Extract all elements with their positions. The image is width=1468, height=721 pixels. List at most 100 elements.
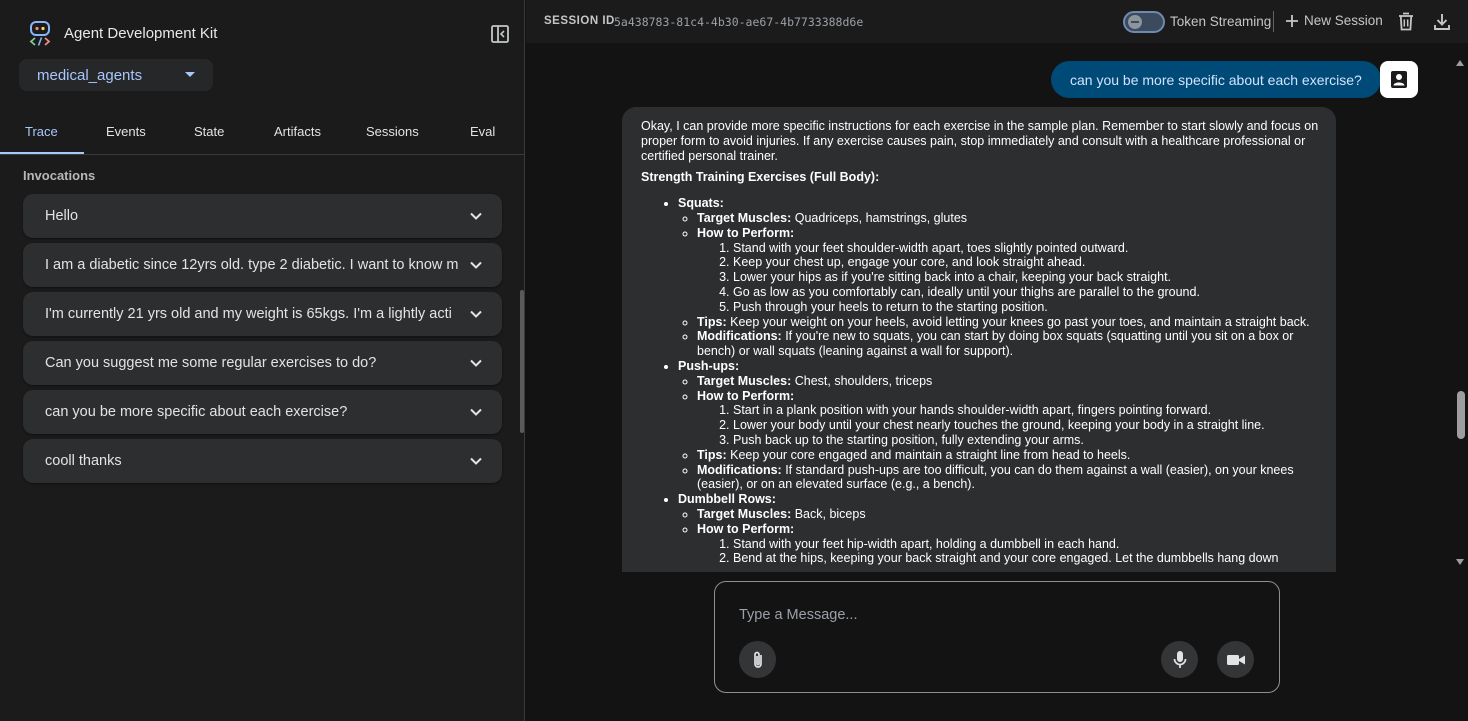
app-selector[interactable]: medical_agents bbox=[19, 59, 213, 91]
invocation-item[interactable]: I'm currently 21 yrs old and my weight i… bbox=[23, 292, 502, 336]
chevron-down-icon bbox=[470, 212, 482, 220]
sidebar-scrollbar[interactable] bbox=[520, 290, 524, 433]
step: Push through your heels to return to the… bbox=[733, 300, 1320, 315]
message-composer bbox=[714, 581, 1280, 693]
invocation-text: Hello bbox=[45, 208, 79, 224]
message-input[interactable] bbox=[739, 604, 1239, 626]
new-session-label: New Session bbox=[1304, 13, 1383, 28]
person-icon bbox=[1391, 71, 1407, 88]
scroll-down-arrow-icon[interactable] bbox=[1456, 559, 1464, 565]
steps-list: Start in a plank position with your hand… bbox=[697, 403, 1320, 447]
tab-trace[interactable]: Trace bbox=[25, 124, 58, 139]
exercise-name: Push-ups: bbox=[678, 358, 740, 373]
invocation-item[interactable]: Can you suggest me some regular exercise… bbox=[23, 341, 502, 385]
invocation-item[interactable]: I am a diabetic since 12yrs old. type 2 … bbox=[23, 243, 502, 287]
detail-target: Target Muscles: Back, biceps bbox=[697, 507, 1320, 522]
detail-label: Modifications: bbox=[697, 462, 782, 477]
detail-label: How to Perform: bbox=[697, 225, 795, 240]
detail-label: Target Muscles: bbox=[697, 373, 792, 388]
invocation-item[interactable]: cooll thanks bbox=[23, 439, 502, 483]
app-selector-value: medical_agents bbox=[37, 66, 143, 84]
tab-events[interactable]: Events bbox=[106, 124, 146, 139]
step: Keep your chest up, engage your core, an… bbox=[733, 255, 1320, 270]
exercise-details: Target Muscles: Chest, shoulders, tricep… bbox=[678, 374, 1320, 492]
detail-text: Back, biceps bbox=[791, 506, 866, 521]
invocation-item[interactable]: Hello bbox=[23, 194, 502, 238]
detail-label: Modifications: bbox=[697, 329, 782, 344]
detail-label: How to Perform: bbox=[697, 521, 795, 536]
microphone-button[interactable] bbox=[1161, 641, 1198, 678]
exercise-name: Squats: bbox=[678, 196, 724, 211]
detail-text: Keep your weight on your heels, avoid le… bbox=[726, 314, 1310, 329]
step: Go as low as you comfortably can, ideall… bbox=[733, 285, 1320, 300]
step: Stand with your feet shoulder-width apar… bbox=[733, 241, 1320, 256]
active-tab-indicator bbox=[0, 152, 84, 154]
tab-artifacts[interactable]: Artifacts bbox=[274, 124, 321, 139]
chevron-down-icon bbox=[470, 261, 482, 269]
detail-how: How to Perform: Stand with your feet sho… bbox=[697, 226, 1320, 315]
detail-tips: Tips: Keep your core engaged and maintai… bbox=[697, 448, 1320, 463]
scroll-up-arrow-icon[interactable] bbox=[1456, 60, 1464, 66]
exercise-name: Dumbbell Rows: bbox=[678, 492, 776, 507]
detail-text: Chest, shoulders, triceps bbox=[791, 373, 933, 388]
step: Lower your body until your chest nearly … bbox=[733, 418, 1320, 433]
token-streaming-label: Token Streaming bbox=[1170, 14, 1272, 29]
brand-title: Agent Development Kit bbox=[64, 24, 218, 42]
exercise-item: Squats: Target Muscles: Quadriceps, hams… bbox=[678, 196, 1320, 359]
detail-target: Target Muscles: Chest, shoulders, tricep… bbox=[697, 374, 1320, 389]
bot-intro: Okay, I can provide more specific instru… bbox=[641, 119, 1319, 163]
brand: Agent Development Kit bbox=[28, 20, 217, 46]
user-message-text: can you be more specific about each exer… bbox=[1070, 71, 1362, 88]
user-avatar bbox=[1380, 61, 1418, 98]
exercise-item: Push-ups: Target Muscles: Chest, shoulde… bbox=[678, 359, 1320, 492]
detail-how: How to Perform: Stand with your feet hip… bbox=[697, 522, 1320, 566]
toggle-knob bbox=[1128, 15, 1142, 29]
download-icon[interactable] bbox=[1433, 12, 1451, 31]
invocation-text: Can you suggest me some regular exercise… bbox=[45, 355, 377, 371]
detail-mods: Modifications: If you're new to squats, … bbox=[697, 329, 1320, 359]
exercise-list: Squats: Target Muscles: Quadriceps, hams… bbox=[641, 196, 1320, 566]
delete-session-icon[interactable] bbox=[1397, 12, 1415, 31]
plus-icon bbox=[1286, 14, 1298, 27]
chat-scroll-thumb[interactable] bbox=[1457, 391, 1465, 439]
detail-text: Quadriceps, hamstrings, glutes bbox=[791, 210, 968, 225]
video-button[interactable] bbox=[1217, 641, 1254, 678]
chat-panel: SESSION ID 5a438783-81c4-4b30-ae67-4b773… bbox=[526, 0, 1468, 721]
steps-list: Stand with your feet shoulder-width apar… bbox=[697, 241, 1320, 315]
chevron-down-icon bbox=[470, 310, 482, 318]
caret-down-icon bbox=[185, 72, 195, 77]
new-session-button[interactable]: New Session bbox=[1285, 13, 1383, 28]
step: Lower your hips as if you're sitting bac… bbox=[733, 270, 1320, 285]
step: Bend at the hips, keeping your back stra… bbox=[733, 551, 1320, 566]
collapse-sidebar-icon[interactable] bbox=[490, 24, 510, 44]
step: Push back up to the starting position, f… bbox=[733, 433, 1320, 448]
detail-target: Target Muscles: Quadriceps, hamstrings, … bbox=[697, 211, 1320, 226]
chevron-down-icon bbox=[470, 359, 482, 367]
paperclip-icon bbox=[753, 651, 762, 668]
invocation-text: I'm currently 21 yrs old and my weight i… bbox=[45, 306, 452, 322]
videocam-icon bbox=[1226, 654, 1245, 665]
user-message-bubble: can you be more specific about each exer… bbox=[1051, 61, 1381, 98]
exercise-item: Dumbbell Rows: Target Muscles: Back, bic… bbox=[678, 492, 1320, 566]
detail-label: Tips: bbox=[697, 314, 727, 329]
invocations-title: Invocations bbox=[23, 168, 96, 183]
tab-sessions[interactable]: Sessions bbox=[366, 124, 419, 139]
exercise-details: Target Muscles: Back, biceps How to Perf… bbox=[678, 507, 1320, 566]
token-streaming-toggle[interactable] bbox=[1123, 11, 1165, 33]
detail-text: If you're new to squats, you can start b… bbox=[697, 329, 1294, 359]
chevron-down-icon bbox=[470, 457, 482, 465]
invocation-item[interactable]: can you be more specific about each exer… bbox=[23, 390, 502, 434]
chevron-down-icon bbox=[470, 408, 482, 416]
step: Stand with your feet hip-width apart, ho… bbox=[733, 537, 1320, 552]
detail-text: Keep your core engaged and maintain a st… bbox=[726, 447, 1131, 462]
detail-text: If standard push-ups are too difficult, … bbox=[697, 462, 1294, 492]
microphone-icon bbox=[1173, 650, 1186, 668]
invocation-text: can you be more specific about each exer… bbox=[45, 404, 348, 420]
step: Start in a plank position with your hand… bbox=[733, 403, 1320, 418]
tab-eval[interactable]: Eval bbox=[470, 124, 495, 139]
tab-state[interactable]: State bbox=[194, 124, 224, 139]
attach-button[interactable] bbox=[739, 641, 776, 678]
detail-label: How to Perform: bbox=[697, 388, 795, 403]
detail-label: Target Muscles: bbox=[697, 506, 792, 521]
chat-scrollbar[interactable] bbox=[1454, 59, 1468, 571]
